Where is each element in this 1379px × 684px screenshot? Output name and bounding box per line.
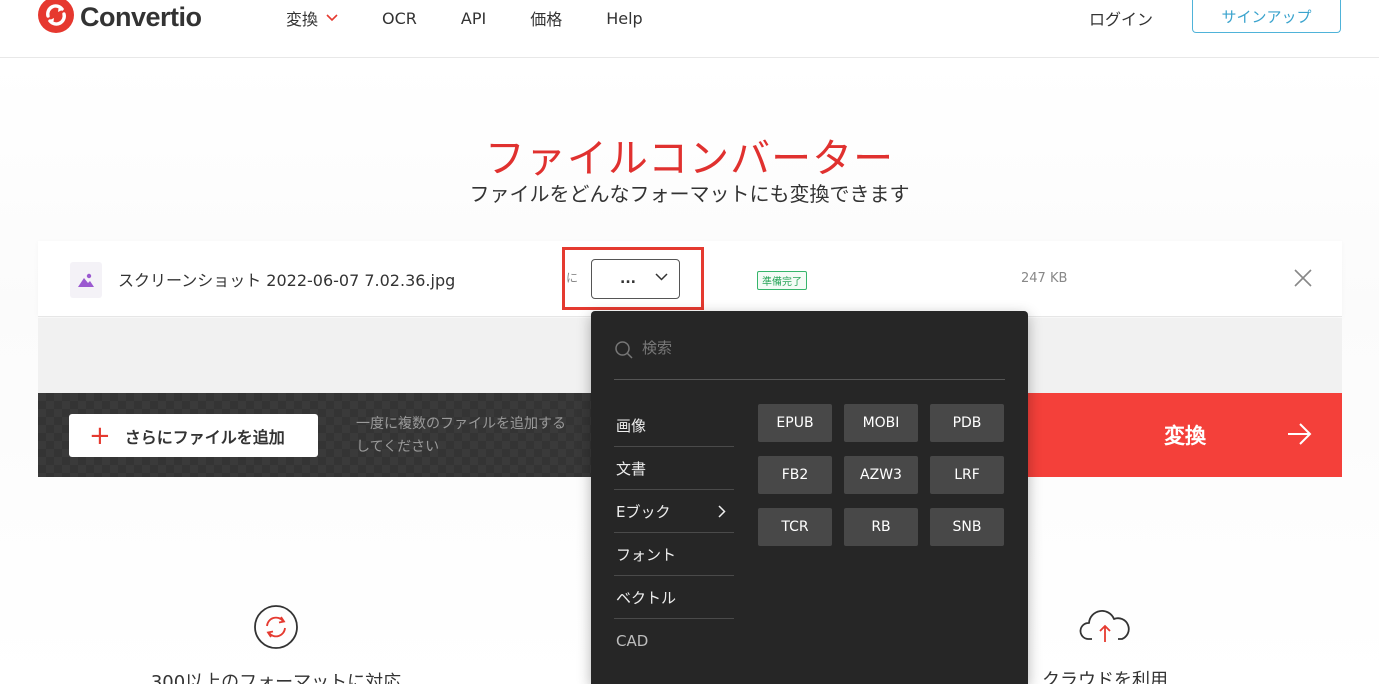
- format-option-snb[interactable]: SNB: [930, 508, 1004, 546]
- feature-formats: 300以上のフォーマットに対応: [136, 604, 416, 684]
- search-icon: [615, 341, 633, 359]
- nav-api[interactable]: API: [461, 9, 486, 28]
- refresh-icon: [254, 605, 298, 649]
- format-option-rb[interactable]: RB: [844, 508, 918, 546]
- close-icon: [1294, 269, 1312, 287]
- page-title: ファイルコンバーター: [484, 136, 895, 182]
- add-more-files-button[interactable]: + さらにファイルを追加: [69, 414, 318, 457]
- feature-cloud-label: クラウドを利用: [1042, 670, 1168, 684]
- category-document-label: 文書: [616, 459, 647, 478]
- format-option-mobi[interactable]: MOBI: [844, 404, 918, 442]
- logo-text: Convertio: [80, 1, 202, 32]
- highlight-annotation: [562, 247, 704, 310]
- category-image-label: 画像: [616, 416, 647, 435]
- file-name: スクリーンショット 2022-06-07 7.02.36.jpg: [118, 271, 456, 290]
- file-size: 247 KB: [1021, 271, 1068, 286]
- chevron-down-icon: [326, 14, 338, 22]
- convert-button-label: 変換: [1164, 424, 1206, 448]
- nav-pricing-label: 価格: [530, 10, 563, 29]
- nav-ocr[interactable]: OCR: [382, 9, 417, 28]
- category-ebook[interactable]: Eブック: [614, 490, 734, 533]
- nav-help-label: Help: [606, 8, 643, 28]
- drag-hint: 一度に複数のファイルを追加する してください: [356, 413, 596, 459]
- format-search-input[interactable]: [642, 339, 982, 357]
- nav-convert-label: 変換: [286, 10, 319, 29]
- format-dropdown: 画像 文書 Eブック フォント ベクトル CAD EPUB MOBI PDB F…: [591, 311, 1028, 684]
- drag-hint-line2: してください: [356, 439, 440, 455]
- remove-file-button[interactable]: [1293, 268, 1313, 288]
- category-vector[interactable]: ベクトル: [614, 576, 734, 619]
- format-option-fb2[interactable]: FB2: [758, 456, 832, 494]
- top-header: Convertio 変換 OCR API 価格 Help ログイン サインアップ: [0, 0, 1379, 58]
- category-cad-label: CAD: [616, 631, 649, 650]
- plus-icon: +: [89, 420, 111, 451]
- add-more-files-label: さらにファイルを追加: [124, 427, 285, 447]
- format-search: [614, 335, 1005, 380]
- category-cad[interactable]: CAD: [614, 619, 734, 662]
- format-option-epub[interactable]: EPUB: [758, 404, 832, 442]
- format-option-azw3[interactable]: AZW3: [844, 456, 918, 494]
- format-option-lrf[interactable]: LRF: [930, 456, 1004, 494]
- category-image[interactable]: 画像: [614, 404, 734, 447]
- convert-button[interactable]: 変換: [1028, 393, 1342, 477]
- category-font[interactable]: フォント: [614, 533, 734, 576]
- nav-convert[interactable]: 変換: [286, 6, 338, 30]
- feature-formats-label: 300以上のフォーマットに対応: [150, 672, 402, 684]
- main-nav: 変換 OCR API 価格 Help: [286, 6, 687, 30]
- convertio-logo-icon: [38, 0, 74, 33]
- category-font-label: フォント: [616, 545, 677, 564]
- drag-hint-line1: 一度に複数のファイルを追加する: [356, 416, 566, 432]
- chevron-right-icon: [718, 505, 726, 518]
- format-options: EPUB MOBI PDB FB2 AZW3 LRF TCR RB SNB: [758, 404, 1006, 546]
- format-categories: 画像 文書 Eブック フォント ベクトル CAD: [614, 404, 734, 662]
- logo[interactable]: Convertio: [38, 0, 202, 34]
- format-option-pdb[interactable]: PDB: [930, 404, 1004, 442]
- nav-pricing[interactable]: 価格: [530, 6, 562, 30]
- nav-help[interactable]: Help: [606, 9, 642, 28]
- nav-ocr-label: OCR: [382, 8, 417, 28]
- arrow-right-icon: [1288, 423, 1312, 445]
- status-badge: 準備完了: [757, 271, 807, 290]
- cloud-upload-icon: [1079, 610, 1130, 642]
- feature-cloud: クラウドを利用: [1005, 606, 1205, 684]
- image-file-icon: [70, 262, 102, 298]
- signup-button[interactable]: サインアップ: [1192, 0, 1341, 33]
- format-option-tcr[interactable]: TCR: [758, 508, 832, 546]
- category-vector-label: ベクトル: [616, 588, 677, 607]
- page-subtitle: ファイルをどんなフォーマットにも変換できます: [469, 182, 910, 206]
- login-link[interactable]: ログイン: [1089, 6, 1153, 30]
- nav-api-label: API: [460, 8, 487, 28]
- category-document[interactable]: 文書: [614, 447, 734, 490]
- category-ebook-label: Eブック: [616, 502, 671, 521]
